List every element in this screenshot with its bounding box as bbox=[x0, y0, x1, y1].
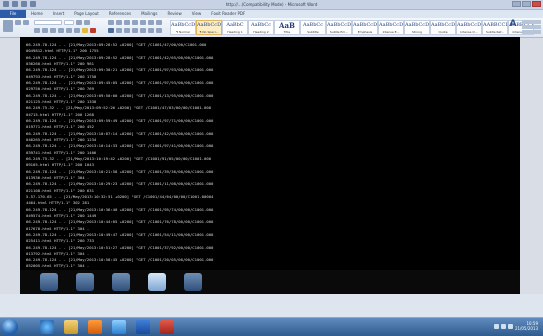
style-heading-2[interactable]: AaBbCcHeading 2 bbox=[248, 20, 274, 35]
paragraph-group bbox=[108, 20, 166, 35]
style-subtle-emphasis[interactable]: AaBbCcDeSubtle Em... bbox=[326, 20, 352, 35]
system-tray bbox=[494, 324, 513, 329]
style-quote[interactable]: AaBbCcDeQuote bbox=[430, 20, 456, 35]
embedded-taskbar-icon bbox=[112, 273, 130, 291]
font-name-field[interactable] bbox=[34, 20, 62, 25]
volume-icon[interactable] bbox=[501, 324, 506, 329]
pdf-icon[interactable] bbox=[160, 320, 174, 334]
cut-icon[interactable] bbox=[15, 20, 21, 25]
word-icon[interactable] bbox=[136, 320, 150, 334]
clock[interactable]: 10:59 21/05/2013 bbox=[515, 321, 538, 331]
replace-button[interactable] bbox=[522, 25, 541, 29]
tab-view[interactable]: View bbox=[187, 10, 207, 18]
find-button[interactable] bbox=[522, 20, 541, 24]
network-icon[interactable] bbox=[494, 324, 499, 329]
bold-icon[interactable] bbox=[34, 28, 40, 33]
style-intense-quote[interactable]: AaBbCcDeIntense Q... bbox=[456, 20, 482, 35]
window-controls bbox=[512, 1, 541, 7]
flag-icon[interactable] bbox=[508, 324, 513, 329]
align-left-icon[interactable] bbox=[108, 28, 114, 33]
sort-icon[interactable] bbox=[148, 20, 154, 25]
multilevel-list-icon[interactable] bbox=[124, 20, 130, 25]
styles-gallery: AaBbCcDc¶ Normal AaBbCcDc¶ No Spaci... A… bbox=[170, 20, 534, 35]
change-styles-icon: A bbox=[505, 20, 521, 29]
close-button[interactable] bbox=[532, 1, 541, 7]
embedded-taskbar-icon bbox=[40, 273, 58, 291]
justify-icon[interactable] bbox=[132, 28, 138, 33]
ribbon-tabs: File Home Insert Page Layout References … bbox=[0, 10, 543, 18]
media-player-icon[interactable] bbox=[88, 320, 102, 334]
grow-font-icon[interactable] bbox=[76, 20, 82, 25]
ie-icon[interactable] bbox=[40, 320, 54, 334]
align-center-icon[interactable] bbox=[116, 28, 122, 33]
clipboard-group bbox=[3, 20, 31, 35]
style-title[interactable]: AaBTitle bbox=[274, 20, 300, 35]
windows-taskbar: 10:59 21/05/2013 bbox=[0, 317, 543, 336]
style-heading-1[interactable]: AaBbCHeading 1 bbox=[222, 20, 248, 35]
paint-icon[interactable] bbox=[112, 320, 126, 334]
style-subtitle[interactable]: AaBbCcSubtitle bbox=[300, 20, 326, 35]
pilcrow-icon[interactable] bbox=[156, 20, 162, 25]
numbering-icon[interactable] bbox=[116, 20, 122, 25]
copy-icon[interactable] bbox=[23, 20, 29, 25]
align-right-icon[interactable] bbox=[124, 28, 130, 33]
select-button[interactable] bbox=[522, 30, 541, 34]
highlight-icon[interactable] bbox=[82, 28, 88, 33]
shrink-font-icon[interactable] bbox=[84, 20, 90, 25]
clock-date: 21/05/2013 bbox=[515, 326, 538, 331]
tab-file[interactable]: File bbox=[0, 10, 26, 18]
tab-page-layout[interactable]: Page Layout bbox=[69, 10, 104, 18]
font-group bbox=[34, 20, 104, 35]
tab-insert[interactable]: Insert bbox=[48, 10, 69, 18]
terminal-output: 66.249.78.124 - - [21/May/2013:09:28:52 … bbox=[26, 42, 516, 270]
tab-home[interactable]: Home bbox=[26, 10, 48, 18]
decrease-indent-icon[interactable] bbox=[132, 20, 138, 25]
tab-review[interactable]: Review bbox=[163, 10, 187, 18]
embedded-taskbar bbox=[20, 270, 520, 294]
windows-orb-icon[interactable] bbox=[2, 319, 18, 335]
italic-icon[interactable] bbox=[42, 28, 48, 33]
paste-icon[interactable] bbox=[3, 20, 13, 32]
tab-references[interactable]: References bbox=[104, 10, 136, 18]
line-spacing-icon[interactable] bbox=[140, 28, 146, 33]
font-size-field[interactable] bbox=[64, 20, 74, 25]
ribbon: AaBbCcDc¶ Normal AaBbCcDc¶ No Spaci... A… bbox=[0, 18, 543, 38]
word-title-bar: http://...(Compatibility Mode) - Microso… bbox=[0, 0, 543, 10]
minimize-button[interactable] bbox=[512, 1, 521, 7]
increase-indent-icon[interactable] bbox=[140, 20, 146, 25]
embedded-taskbar-icon bbox=[76, 273, 94, 291]
style-normal[interactable]: AaBbCcDc¶ Normal bbox=[170, 20, 196, 35]
shading-icon[interactable] bbox=[148, 28, 154, 33]
explorer-folder-icon[interactable] bbox=[64, 320, 78, 334]
maximize-button[interactable] bbox=[522, 1, 531, 7]
tab-mailings[interactable]: Mailings bbox=[136, 10, 162, 18]
embedded-taskbar-icon bbox=[148, 273, 166, 291]
borders-icon[interactable] bbox=[156, 28, 162, 33]
subscript-icon[interactable] bbox=[66, 28, 72, 33]
embedded-taskbar-icon bbox=[184, 273, 202, 291]
bullets-icon[interactable] bbox=[108, 20, 114, 25]
font-color-icon[interactable] bbox=[90, 28, 96, 33]
strikethrough-icon[interactable] bbox=[58, 28, 64, 33]
editing-group bbox=[522, 20, 541, 34]
terminal-screenshot: 66.249.78.124 - - [21/May/2013:09:28:52 … bbox=[20, 37, 520, 270]
window-title: http://...(Compatibility Mode) - Microso… bbox=[0, 0, 543, 9]
document-bottom-area bbox=[0, 294, 543, 317]
change-styles-button[interactable]: A bbox=[505, 20, 521, 35]
underline-icon[interactable] bbox=[50, 28, 56, 33]
tab-foxit[interactable]: Foxit Reader PDF bbox=[206, 10, 250, 18]
style-strong[interactable]: AaBbCcDeStrong bbox=[404, 20, 430, 35]
style-intense-emphasis[interactable]: AaBbCcDeIntense E... bbox=[378, 20, 404, 35]
style-no-spacing[interactable]: AaBbCcDc¶ No Spaci... bbox=[196, 20, 222, 35]
superscript-icon[interactable] bbox=[74, 28, 80, 33]
style-emphasis[interactable]: AaBbCcDeEmphasis bbox=[352, 20, 378, 35]
